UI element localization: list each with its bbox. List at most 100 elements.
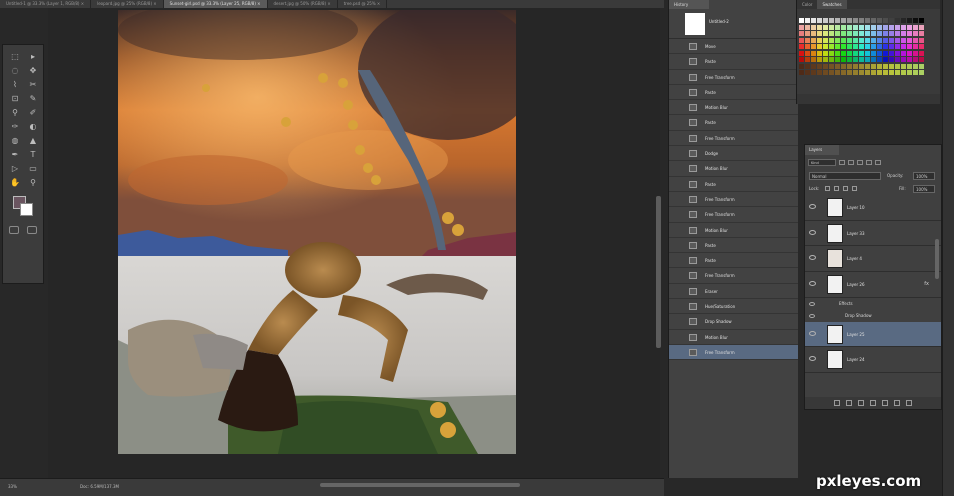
document-tab[interactable]: leopard.jpg @ 25% (RGB/8) × — [91, 0, 164, 8]
add-style-icon[interactable] — [846, 400, 852, 406]
tool-icon[interactable]: ▷ — [8, 163, 22, 174]
swatch[interactable] — [865, 18, 870, 23]
blend-mode-select[interactable]: Normal — [809, 172, 881, 180]
swatch[interactable] — [853, 57, 858, 62]
tool-icon[interactable]: ✋ — [8, 177, 22, 188]
document-tab[interactable]: desert.jpg @ 50% (RGB/8) × — [268, 0, 338, 8]
swatch[interactable] — [913, 31, 918, 36]
swatch[interactable] — [859, 50, 864, 56]
history-step[interactable]: Free Transform — [669, 70, 798, 85]
swatch[interactable] — [907, 18, 912, 23]
swatch[interactable] — [871, 24, 876, 30]
swatch[interactable] — [835, 31, 840, 36]
tool-icon[interactable]: ◌ — [8, 65, 22, 76]
history-step[interactable]: Motion Blur — [669, 330, 798, 345]
swatch[interactable] — [799, 18, 804, 23]
visibility-eye-icon[interactable] — [809, 255, 816, 261]
swatch[interactable] — [835, 63, 840, 69]
swatch[interactable] — [919, 63, 924, 69]
swatch[interactable] — [829, 70, 834, 75]
swatch[interactable] — [823, 50, 828, 56]
swatch[interactable] — [811, 18, 816, 23]
swatch[interactable] — [877, 37, 882, 43]
swatch[interactable] — [805, 18, 810, 23]
swatch[interactable] — [865, 37, 870, 43]
swatch[interactable] — [859, 24, 864, 30]
swatch[interactable] — [901, 57, 906, 62]
tool-icon[interactable]: T — [26, 149, 40, 160]
layer-row[interactable]: Layer 26 fx — [805, 272, 941, 298]
swatch[interactable] — [907, 24, 912, 30]
tool-icon[interactable]: ✎ — [26, 93, 40, 104]
swatch[interactable] — [841, 18, 846, 23]
tool-icon[interactable]: ▭ — [26, 163, 40, 174]
lock-transparent-icon[interactable] — [825, 186, 830, 191]
new-layer-icon[interactable] — [894, 400, 900, 406]
swatch[interactable] — [841, 50, 846, 56]
visibility-eye-icon[interactable] — [809, 281, 816, 287]
visibility-eye-icon[interactable] — [809, 229, 816, 235]
swatch[interactable] — [901, 18, 906, 23]
filter-pixel-icon[interactable] — [839, 159, 845, 165]
swatch[interactable] — [799, 24, 804, 30]
swatch[interactable] — [859, 44, 864, 49]
swatch[interactable] — [829, 50, 834, 56]
history-step[interactable]: Paste — [669, 253, 798, 269]
swatch[interactable] — [865, 44, 870, 49]
swatch[interactable] — [853, 44, 858, 49]
swatch[interactable] — [829, 31, 834, 36]
layer-row[interactable]: Layer 33 — [805, 221, 941, 247]
swatch[interactable] — [847, 50, 852, 56]
swatch[interactable] — [853, 50, 858, 56]
swatch[interactable] — [865, 50, 870, 56]
adjustment-layer-icon[interactable] — [870, 400, 876, 406]
swatch[interactable] — [883, 24, 888, 30]
swatch[interactable] — [865, 24, 870, 30]
swatch[interactable] — [811, 70, 816, 75]
swatch[interactable] — [871, 70, 876, 75]
swatch[interactable] — [823, 70, 828, 75]
swatch[interactable] — [823, 63, 828, 69]
tool-icon[interactable]: ✂ — [26, 79, 40, 90]
swatch[interactable] — [817, 57, 822, 62]
swatch[interactable] — [883, 18, 888, 23]
swatch[interactable] — [817, 70, 822, 75]
layers-scrollbar[interactable] — [935, 239, 939, 279]
swatch[interactable] — [817, 31, 822, 36]
swatch[interactable] — [835, 70, 840, 75]
swatch[interactable] — [859, 18, 864, 23]
history-step[interactable]: Drop Shadow — [669, 314, 798, 330]
swatch[interactable] — [901, 70, 906, 75]
canvas-horizontal-scrollbar[interactable] — [320, 483, 520, 487]
swatch[interactable] — [889, 57, 894, 62]
swatch[interactable] — [919, 37, 924, 43]
swatch[interactable] — [859, 57, 864, 62]
lock-position-icon[interactable] — [843, 186, 848, 191]
document-canvas-artwork[interactable] — [118, 10, 516, 454]
swatch[interactable] — [835, 44, 840, 49]
tool-icon[interactable]: ▸ — [26, 51, 40, 62]
swatch[interactable] — [901, 50, 906, 56]
swatch[interactable] — [871, 37, 876, 43]
swatch[interactable] — [895, 50, 900, 56]
tool-icon[interactable]: ◍ — [8, 135, 22, 146]
swatch[interactable] — [841, 63, 846, 69]
tab-color[interactable]: Color — [797, 0, 817, 9]
swatch[interactable] — [799, 44, 804, 49]
swatch[interactable] — [799, 63, 804, 69]
swatch[interactable] — [847, 18, 852, 23]
swatch[interactable] — [907, 44, 912, 49]
history-step[interactable]: Motion Blur — [669, 223, 798, 238]
swatch[interactable] — [805, 31, 810, 36]
visibility-eye-icon[interactable] — [809, 356, 816, 362]
lock-image-icon[interactable] — [834, 186, 839, 191]
swatch[interactable] — [847, 63, 852, 69]
swatch[interactable] — [835, 50, 840, 56]
swatch[interactable] — [919, 31, 924, 36]
swatch[interactable] — [853, 31, 858, 36]
swatch[interactable] — [895, 57, 900, 62]
layer-filter-kind[interactable]: Kind — [808, 158, 836, 166]
swatch[interactable] — [901, 24, 906, 30]
swatch[interactable] — [895, 70, 900, 75]
layer-effects-icon[interactable]: fx — [924, 281, 929, 287]
